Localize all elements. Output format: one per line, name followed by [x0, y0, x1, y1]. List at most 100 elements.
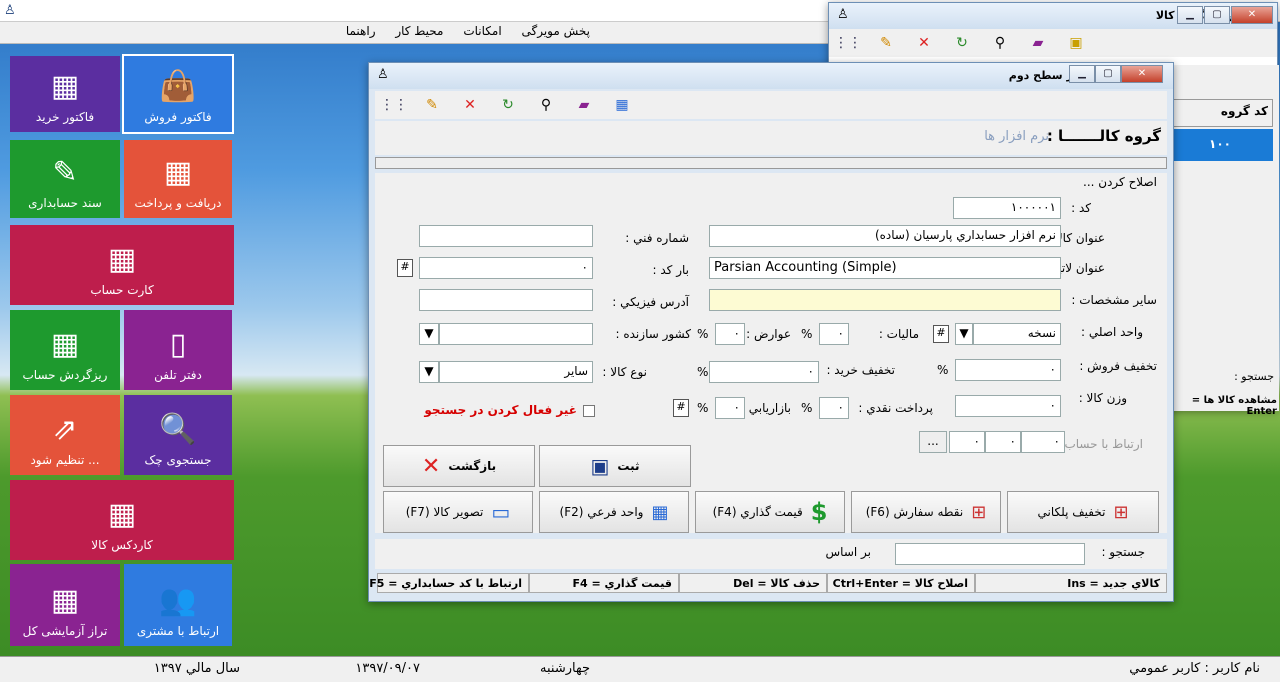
reorder-button[interactable]: ⊞ نقطه سفارش (F6)	[851, 491, 1001, 533]
country-field[interactable]	[439, 323, 593, 345]
search-bar: جستجو : بر اساس	[375, 539, 1167, 569]
hash-icon[interactable]: #	[673, 399, 689, 417]
tile-settings[interactable]: ⇗ تنظیم شود ...	[10, 395, 120, 475]
cash-field[interactable]: ۰	[819, 397, 849, 419]
close-button[interactable]: ✕	[1121, 65, 1163, 83]
sale-discount-field[interactable]: ۰	[955, 359, 1061, 381]
group-toolbar: ⋮⋮ ✎ ✕ ↻ ⚲ ▰ ▣	[829, 29, 1277, 57]
tile-kardex[interactable]: ▦ کاردکس کالا	[10, 480, 234, 560]
account-field-1[interactable]: ۰	[1021, 431, 1065, 453]
col-header-code: کد گروه	[1173, 99, 1273, 127]
tile-voucher[interactable]: ✎ سند حسابداری	[10, 140, 120, 218]
marketing-field[interactable]: ۰	[715, 397, 745, 419]
subunit-button[interactable]: ▦ واحد فرعي (F2)	[539, 491, 689, 533]
code-field[interactable]: ۱۰۰۰۰۰۱	[953, 197, 1061, 219]
tile-purchase[interactable]: ▦ فاکتور خرید	[10, 56, 120, 132]
status-fiscal: سال مالي ۱۳۹۷	[153, 661, 240, 676]
barcode-field[interactable]: ۰	[419, 257, 593, 279]
group-search-label: جستجو :	[1234, 370, 1274, 383]
hash-icon[interactable]: #	[397, 259, 413, 277]
menu-item-help[interactable]: راهنما	[338, 22, 384, 40]
account-field-3[interactable]: ۰	[949, 431, 985, 453]
binoculars-icon[interactable]: ⚲	[527, 91, 565, 119]
binoculars-icon[interactable]: ⚲	[981, 29, 1019, 57]
unit-field[interactable]: نسخه	[973, 323, 1061, 345]
marketing-label: بازاريابي :	[740, 401, 791, 415]
tech-field[interactable]	[419, 225, 593, 247]
tile-sales[interactable]: 👜 فاکتور فروش	[122, 54, 234, 134]
unit-dropdown-chevron-down-icon[interactable]: ▼	[955, 323, 973, 345]
tile-account-card[interactable]: ▦ کارت حساب	[10, 225, 234, 305]
close-icon: ✕	[421, 453, 441, 479]
type-field[interactable]: ساير	[439, 361, 593, 383]
barcode-label: بار کد :	[652, 263, 689, 277]
hash-icon[interactable]: #	[933, 325, 949, 343]
menu-item-tools[interactable]: امکانات	[455, 22, 509, 40]
refresh-icon[interactable]: ↻	[943, 29, 981, 57]
other-field[interactable]	[709, 289, 1061, 311]
maximize-button[interactable]: ▢	[1204, 6, 1230, 24]
customer-icon: 👥	[159, 583, 197, 618]
inactive-checkbox[interactable]	[583, 405, 595, 417]
tax-percent: %	[801, 327, 813, 341]
save-button[interactable]: ثبت ▣	[539, 445, 691, 487]
image-button[interactable]: ▭ تصوير کالا (F7)	[383, 491, 533, 533]
tree-icon[interactable]: ⋮⋮	[829, 29, 867, 57]
tile-trial[interactable]: ▦ تراز آزمایشی کل	[10, 564, 120, 646]
buy-discount-field[interactable]: ۰	[709, 361, 819, 383]
maximize-button[interactable]: ▢	[1095, 65, 1121, 83]
latin-field[interactable]: Parsian Accounting (Simple)	[709, 257, 1061, 279]
search-basis-label: بر اساس	[825, 545, 871, 559]
country-dropdown-chevron-down-icon[interactable]: ▼	[419, 323, 439, 345]
app-logo-icon: ♙	[4, 3, 16, 18]
tile-label: دفتر تلفن	[154, 368, 202, 382]
address-field[interactable]	[419, 289, 593, 311]
duty-percent: %	[697, 327, 709, 341]
account-browse-button[interactable]: ...	[919, 431, 947, 453]
menu-item-distribution[interactable]: پخش مویرگی	[513, 22, 598, 40]
book-icon[interactable]: ▰	[565, 91, 603, 119]
close-button[interactable]: ✕	[1231, 6, 1273, 24]
tile-check-search[interactable]: 🔍 جستجوی چک	[124, 395, 232, 475]
tile-label: ریزگردش حساب	[22, 368, 108, 382]
edit-icon[interactable]: ✎	[413, 91, 451, 119]
duty-field[interactable]: ۰	[715, 323, 745, 345]
menu-item-workspace[interactable]: محیط کار	[387, 22, 451, 40]
cash-label: پرداخت نقدي :	[858, 401, 933, 415]
type-dropdown-chevron-down-icon[interactable]: ▼	[419, 361, 439, 383]
tile-customer[interactable]: 👥 ارتباط با مشتری	[124, 564, 232, 646]
minimize-button[interactable]: ▁	[1069, 65, 1095, 83]
scroll-strip[interactable]	[375, 157, 1167, 169]
search-input[interactable]	[895, 543, 1085, 565]
tiered-discount-label: تخفيف پلکاني	[1037, 505, 1106, 519]
group-label: گروه کالـــــــا :	[1046, 127, 1161, 145]
book-icon[interactable]: ▰	[1019, 29, 1057, 57]
tile-label: تنظیم شود ...	[30, 453, 100, 467]
delete-icon[interactable]: ✕	[451, 91, 489, 119]
price-button[interactable]: $ قيمت گذاري (F4)	[695, 491, 845, 533]
grid-icon[interactable]: ▦	[603, 91, 641, 119]
tiered-discount-button[interactable]: ⊞ تخفيف پلکاني	[1007, 491, 1159, 533]
buy-discount-label: تخفيف خريد :	[826, 363, 895, 377]
selected-row[interactable]: ۱۰۰	[1173, 129, 1273, 161]
minimize-button[interactable]: ▁	[1177, 6, 1203, 24]
folder-icon[interactable]: ▣	[1057, 29, 1095, 57]
tax-field[interactable]: ۰	[819, 323, 849, 345]
window-logo-icon: ♙	[837, 7, 849, 22]
account-link-label: ارتباط با حساب :	[1056, 437, 1143, 451]
product-window-titlebar: معرفي کالا در سطح دوم	[369, 63, 1173, 89]
back-button[interactable]: بازگشت ✕	[383, 445, 535, 487]
tech-label: شماره فني :	[625, 231, 689, 245]
tile-label: دریافت و پرداخت	[134, 196, 222, 210]
cart-icon: ⊞	[971, 501, 987, 523]
tile-phonebook[interactable]: ▯ دفتر تلفن	[124, 310, 232, 390]
tree-icon[interactable]: ⋮⋮	[375, 91, 413, 119]
delete-icon[interactable]: ✕	[905, 29, 943, 57]
tile-turnover[interactable]: ▦ ریزگردش حساب	[10, 310, 120, 390]
edit-icon[interactable]: ✎	[867, 29, 905, 57]
account-field-2[interactable]: ۰	[985, 431, 1021, 453]
weight-field[interactable]: ۰	[955, 395, 1061, 417]
name-field[interactable]: نرم افزار حسابداري پارسيان (ساده)	[709, 225, 1061, 247]
tile-receive[interactable]: ▦ دریافت و پرداخت	[124, 140, 232, 218]
refresh-icon[interactable]: ↻	[489, 91, 527, 119]
